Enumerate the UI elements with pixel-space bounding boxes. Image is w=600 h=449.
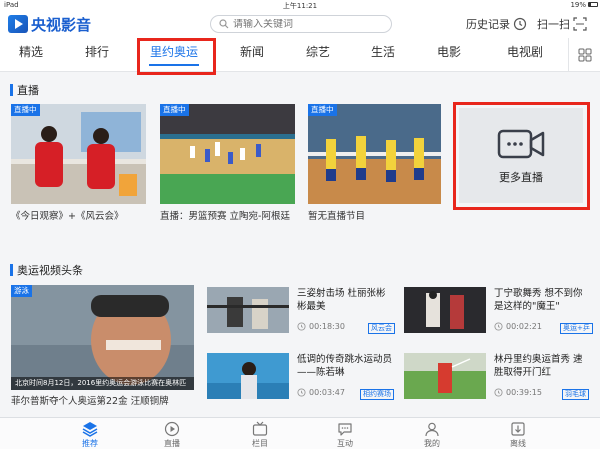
news-duration-4: 00:39:15 xyxy=(494,388,542,397)
download-icon xyxy=(511,422,525,436)
news-thumbnail-2[interactable] xyxy=(404,287,486,333)
app-header: 央视影音 历史记录 扫一扫 xyxy=(0,10,600,38)
bottom-navigation: 推荐 直播 栏目 互动 我的 离线 xyxy=(0,417,600,449)
news-title-1[interactable]: 三姿射击场 杜丽张彬彬最美 xyxy=(297,287,392,313)
battery-icon xyxy=(588,2,598,7)
tv-icon xyxy=(252,421,268,436)
live-badge: 直播中 xyxy=(308,104,337,116)
tab-movies[interactable]: 电影 xyxy=(426,38,472,72)
all-categories-button[interactable] xyxy=(568,38,600,72)
volleyball-image xyxy=(308,104,441,204)
scan-button[interactable]: 扫一扫 xyxy=(537,16,587,32)
studio-image xyxy=(11,104,146,204)
news-section-title: 奥运视频头条 xyxy=(17,264,83,277)
tab-featured[interactable]: 精选 xyxy=(8,38,54,72)
clock-icon xyxy=(494,388,503,397)
status-bar: iPad 上午11:21 19% xyxy=(0,0,600,10)
chat-icon xyxy=(338,423,352,436)
clock-icon xyxy=(513,17,527,31)
tab-news[interactable]: 新闻 xyxy=(229,38,275,72)
live-thumbnail-1[interactable]: 直播中 xyxy=(11,104,146,204)
news-title-2[interactable]: 丁宁歌舞秀 想不到你是这样的"魔王" xyxy=(494,287,586,313)
layers-icon xyxy=(82,422,98,437)
tab-variety[interactable]: 综艺 xyxy=(295,38,341,72)
tab-rio-olympics[interactable]: 里约奥运 xyxy=(139,38,209,72)
clock-icon xyxy=(297,322,306,331)
nav-item-offline[interactable]: 离线 xyxy=(493,421,543,449)
tab-ranking[interactable]: 排行 xyxy=(74,38,120,72)
tab-lifestyle[interactable]: 生活 xyxy=(360,38,406,72)
cctv-logo-icon xyxy=(8,15,28,33)
news-tag-3[interactable]: 相约赛场 xyxy=(360,389,394,400)
grid-icon xyxy=(578,48,591,62)
news-section-header: 奥运视频头条 xyxy=(10,262,83,278)
featured-overlay-text: 北京时间8月12日，2016里约奥运会游泳比赛在奥林匹 xyxy=(15,379,187,387)
history-button[interactable]: 历史记录 xyxy=(466,16,527,32)
live-caption-2[interactable]: 直播：男篮预赛 立陶宛-阿根廷 xyxy=(160,208,295,222)
app-screen: { "status_bar": { "device": "iPad", "tim… xyxy=(0,0,600,449)
scan-label: 扫一扫 xyxy=(537,18,570,31)
scan-icon xyxy=(573,17,587,31)
live-section-header: 直播 xyxy=(10,82,39,98)
featured-video-thumbnail[interactable]: 游泳 北京时间8月12日，2016里约奥运会游泳比赛在奥林匹 xyxy=(11,285,194,390)
category-tabs: 精选 排行 里约奥运 新闻 综艺 生活 电影 电视剧 xyxy=(0,38,600,72)
news-thumbnail-3[interactable] xyxy=(207,353,289,399)
news-title-4[interactable]: 林丹里约奥运首秀 速胜取得开门红 xyxy=(494,353,586,379)
live-caption-3[interactable]: 暂无直播节目 xyxy=(308,208,441,222)
battery-percent: 19% xyxy=(570,1,586,9)
nav-item-live[interactable]: 直播 xyxy=(147,421,197,449)
live-caption-1[interactable]: 《今日观察》+《风云会》 xyxy=(11,208,146,222)
tab-tv-series[interactable]: 电视剧 xyxy=(496,38,554,72)
live-thumbnail-2[interactable]: 直播中 xyxy=(160,104,295,204)
news-tag-4[interactable]: 羽毛球 xyxy=(562,389,589,400)
nav-item-mine[interactable]: 我的 xyxy=(407,421,457,449)
clock-icon xyxy=(297,388,306,397)
history-label: 历史记录 xyxy=(466,18,510,31)
user-icon xyxy=(425,422,439,437)
play-circle-icon xyxy=(164,421,180,437)
nav-item-interact[interactable]: 互动 xyxy=(320,421,370,449)
active-tab-underline xyxy=(149,64,199,66)
news-title-3[interactable]: 低调的传奇跳水运动员——陈若琳 xyxy=(297,353,392,379)
news-duration-2: 00:02:21 xyxy=(494,322,542,331)
news-tag-1[interactable]: 风云会 xyxy=(368,323,395,334)
search-bar[interactable] xyxy=(210,15,392,33)
app-name: 央视影音 xyxy=(31,15,92,34)
live-thumbnail-3[interactable]: 直播中 xyxy=(308,104,441,204)
news-thumbnail-4[interactable] xyxy=(404,353,486,399)
news-duration-3: 00:03:47 xyxy=(297,388,345,397)
clock-icon xyxy=(494,322,503,331)
video-camera-icon xyxy=(497,129,545,158)
search-input[interactable] xyxy=(233,18,383,30)
more-live-label: 更多直播 xyxy=(499,170,543,184)
news-duration-1: 00:18:30 xyxy=(297,322,345,331)
nav-item-recommend[interactable]: 推荐 xyxy=(65,421,115,449)
live-badge: 直播中 xyxy=(11,104,40,116)
category-tag: 游泳 xyxy=(11,285,32,297)
search-icon xyxy=(219,19,229,29)
live-section-title: 直播 xyxy=(17,84,39,97)
app-logo[interactable]: 央视影音 xyxy=(8,14,91,34)
featured-video-title[interactable]: 菲尔普斯夺个人奥运第22金 汪顺铜牌 xyxy=(11,393,194,407)
live-badge: 直播中 xyxy=(160,104,189,116)
swimmer-image xyxy=(11,285,194,390)
news-tag-2[interactable]: 奥运+乒 xyxy=(560,323,593,334)
more-live-button[interactable]: 更多直播 xyxy=(459,108,583,203)
nav-item-columns[interactable]: 栏目 xyxy=(235,421,285,449)
news-thumbnail-1[interactable] xyxy=(207,287,289,333)
basketball-image xyxy=(160,104,295,204)
